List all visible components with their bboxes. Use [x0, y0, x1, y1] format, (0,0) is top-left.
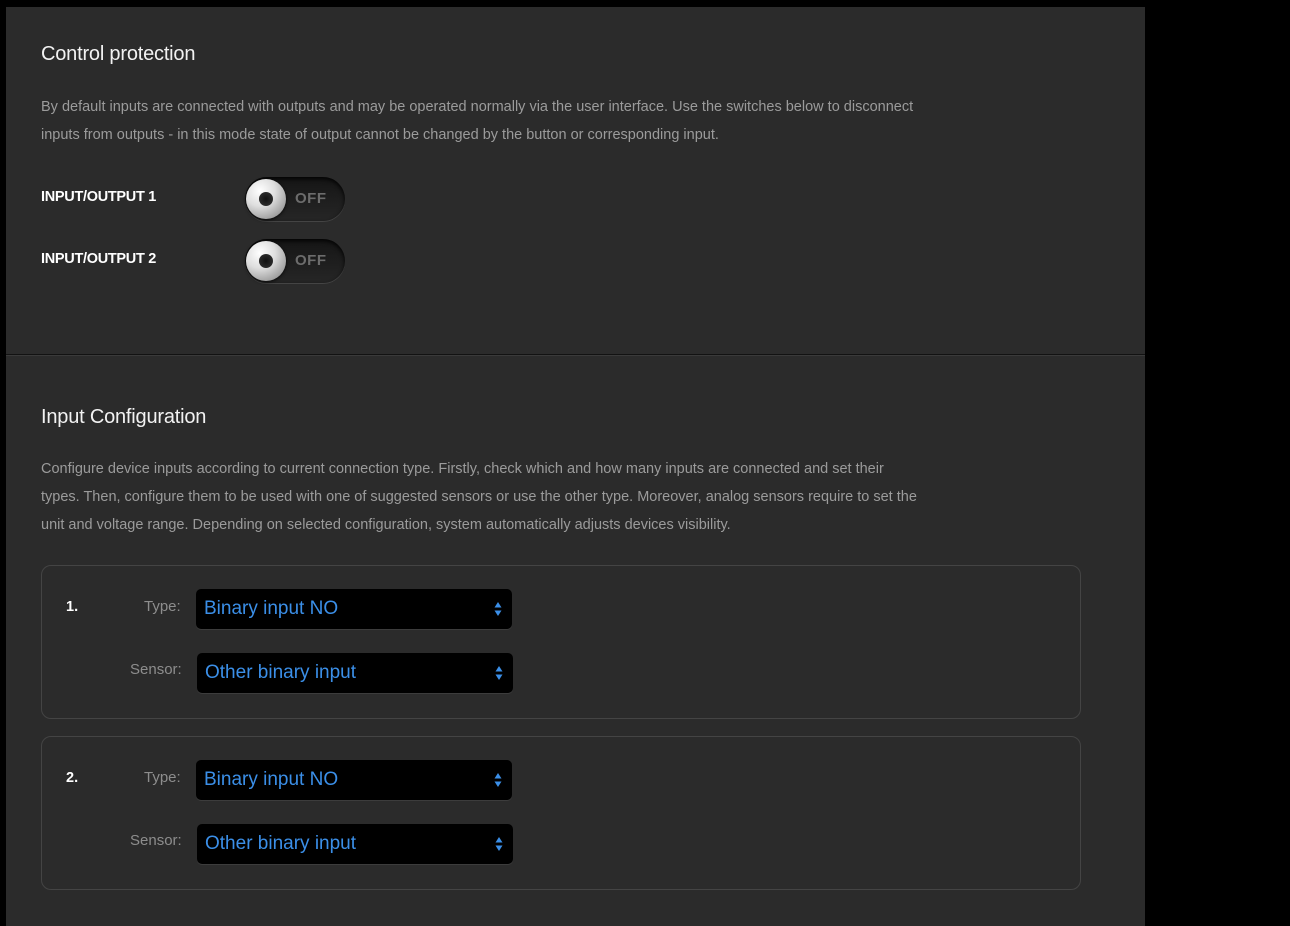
input-card-2: 2. Type: Binary input NO Sensor: Other b… [41, 736, 1081, 890]
updown-arrows-icon [494, 773, 502, 787]
sensor-label: Sensor: [130, 661, 182, 678]
input-configuration-description: Configure device inputs according to cur… [41, 455, 917, 539]
input-number-2: 2. [66, 770, 79, 786]
type-label: Type: [144, 598, 181, 615]
input-card-1: 1. Type: Binary input NO Sensor: Other b… [41, 565, 1081, 719]
control-protection-description: By default inputs are connected with out… [41, 93, 913, 149]
io-1-toggle-switch[interactable]: OFF [245, 177, 345, 221]
control-protection-desc-line-2: inputs from outputs - in this mode state… [41, 127, 719, 143]
input-config-desc-line-2: types. Then, configure them to be used w… [41, 489, 917, 505]
toggle-state-text: OFF [295, 252, 327, 269]
input-configuration-title: Input Configuration [41, 406, 207, 428]
toggle-knob-center [259, 192, 273, 206]
io-label-2: INPUT/OUTPUT 2 [41, 251, 157, 267]
input-number-1: 1. [66, 599, 79, 615]
toggle-knob-center [259, 254, 273, 268]
input-1-type-select[interactable]: Binary input NO [196, 589, 512, 629]
settings-panel: Control protection By default inputs are… [6, 7, 1145, 926]
input-config-desc-line-3: unit and voltage range. Depending on sel… [41, 517, 731, 533]
io-label-1: INPUT/OUTPUT 1 [41, 189, 157, 205]
updown-arrows-icon [495, 666, 503, 680]
toggle-knob-icon [246, 241, 286, 281]
select-value: Binary input NO [204, 769, 339, 790]
toggle-knob-icon [246, 179, 286, 219]
updown-arrows-icon [494, 602, 502, 616]
input-2-type-select[interactable]: Binary input NO [196, 760, 512, 800]
sensor-label: Sensor: [130, 832, 182, 849]
control-protection-title: Control protection [41, 43, 196, 65]
input-2-sensor-select[interactable]: Other binary input [197, 824, 513, 864]
input-1-sensor-select[interactable]: Other binary input [197, 653, 513, 693]
io-2-toggle-switch[interactable]: OFF [245, 239, 345, 283]
control-protection-desc-line-1: By default inputs are connected with out… [41, 99, 914, 115]
select-value: Other binary input [205, 662, 357, 683]
app-frame: Control protection By default inputs are… [0, 0, 1290, 926]
select-value: Binary input NO [204, 598, 339, 619]
type-label: Type: [144, 769, 181, 786]
updown-arrows-icon [495, 837, 503, 851]
control-protection-section: Control protection By default inputs are… [6, 7, 1145, 354]
select-value: Other binary input [205, 833, 357, 854]
input-config-desc-line-1: Configure device inputs according to cur… [41, 461, 884, 477]
toggle-state-text: OFF [295, 190, 327, 207]
input-configuration-section: Input Configuration Configure device inp… [6, 356, 1145, 926]
